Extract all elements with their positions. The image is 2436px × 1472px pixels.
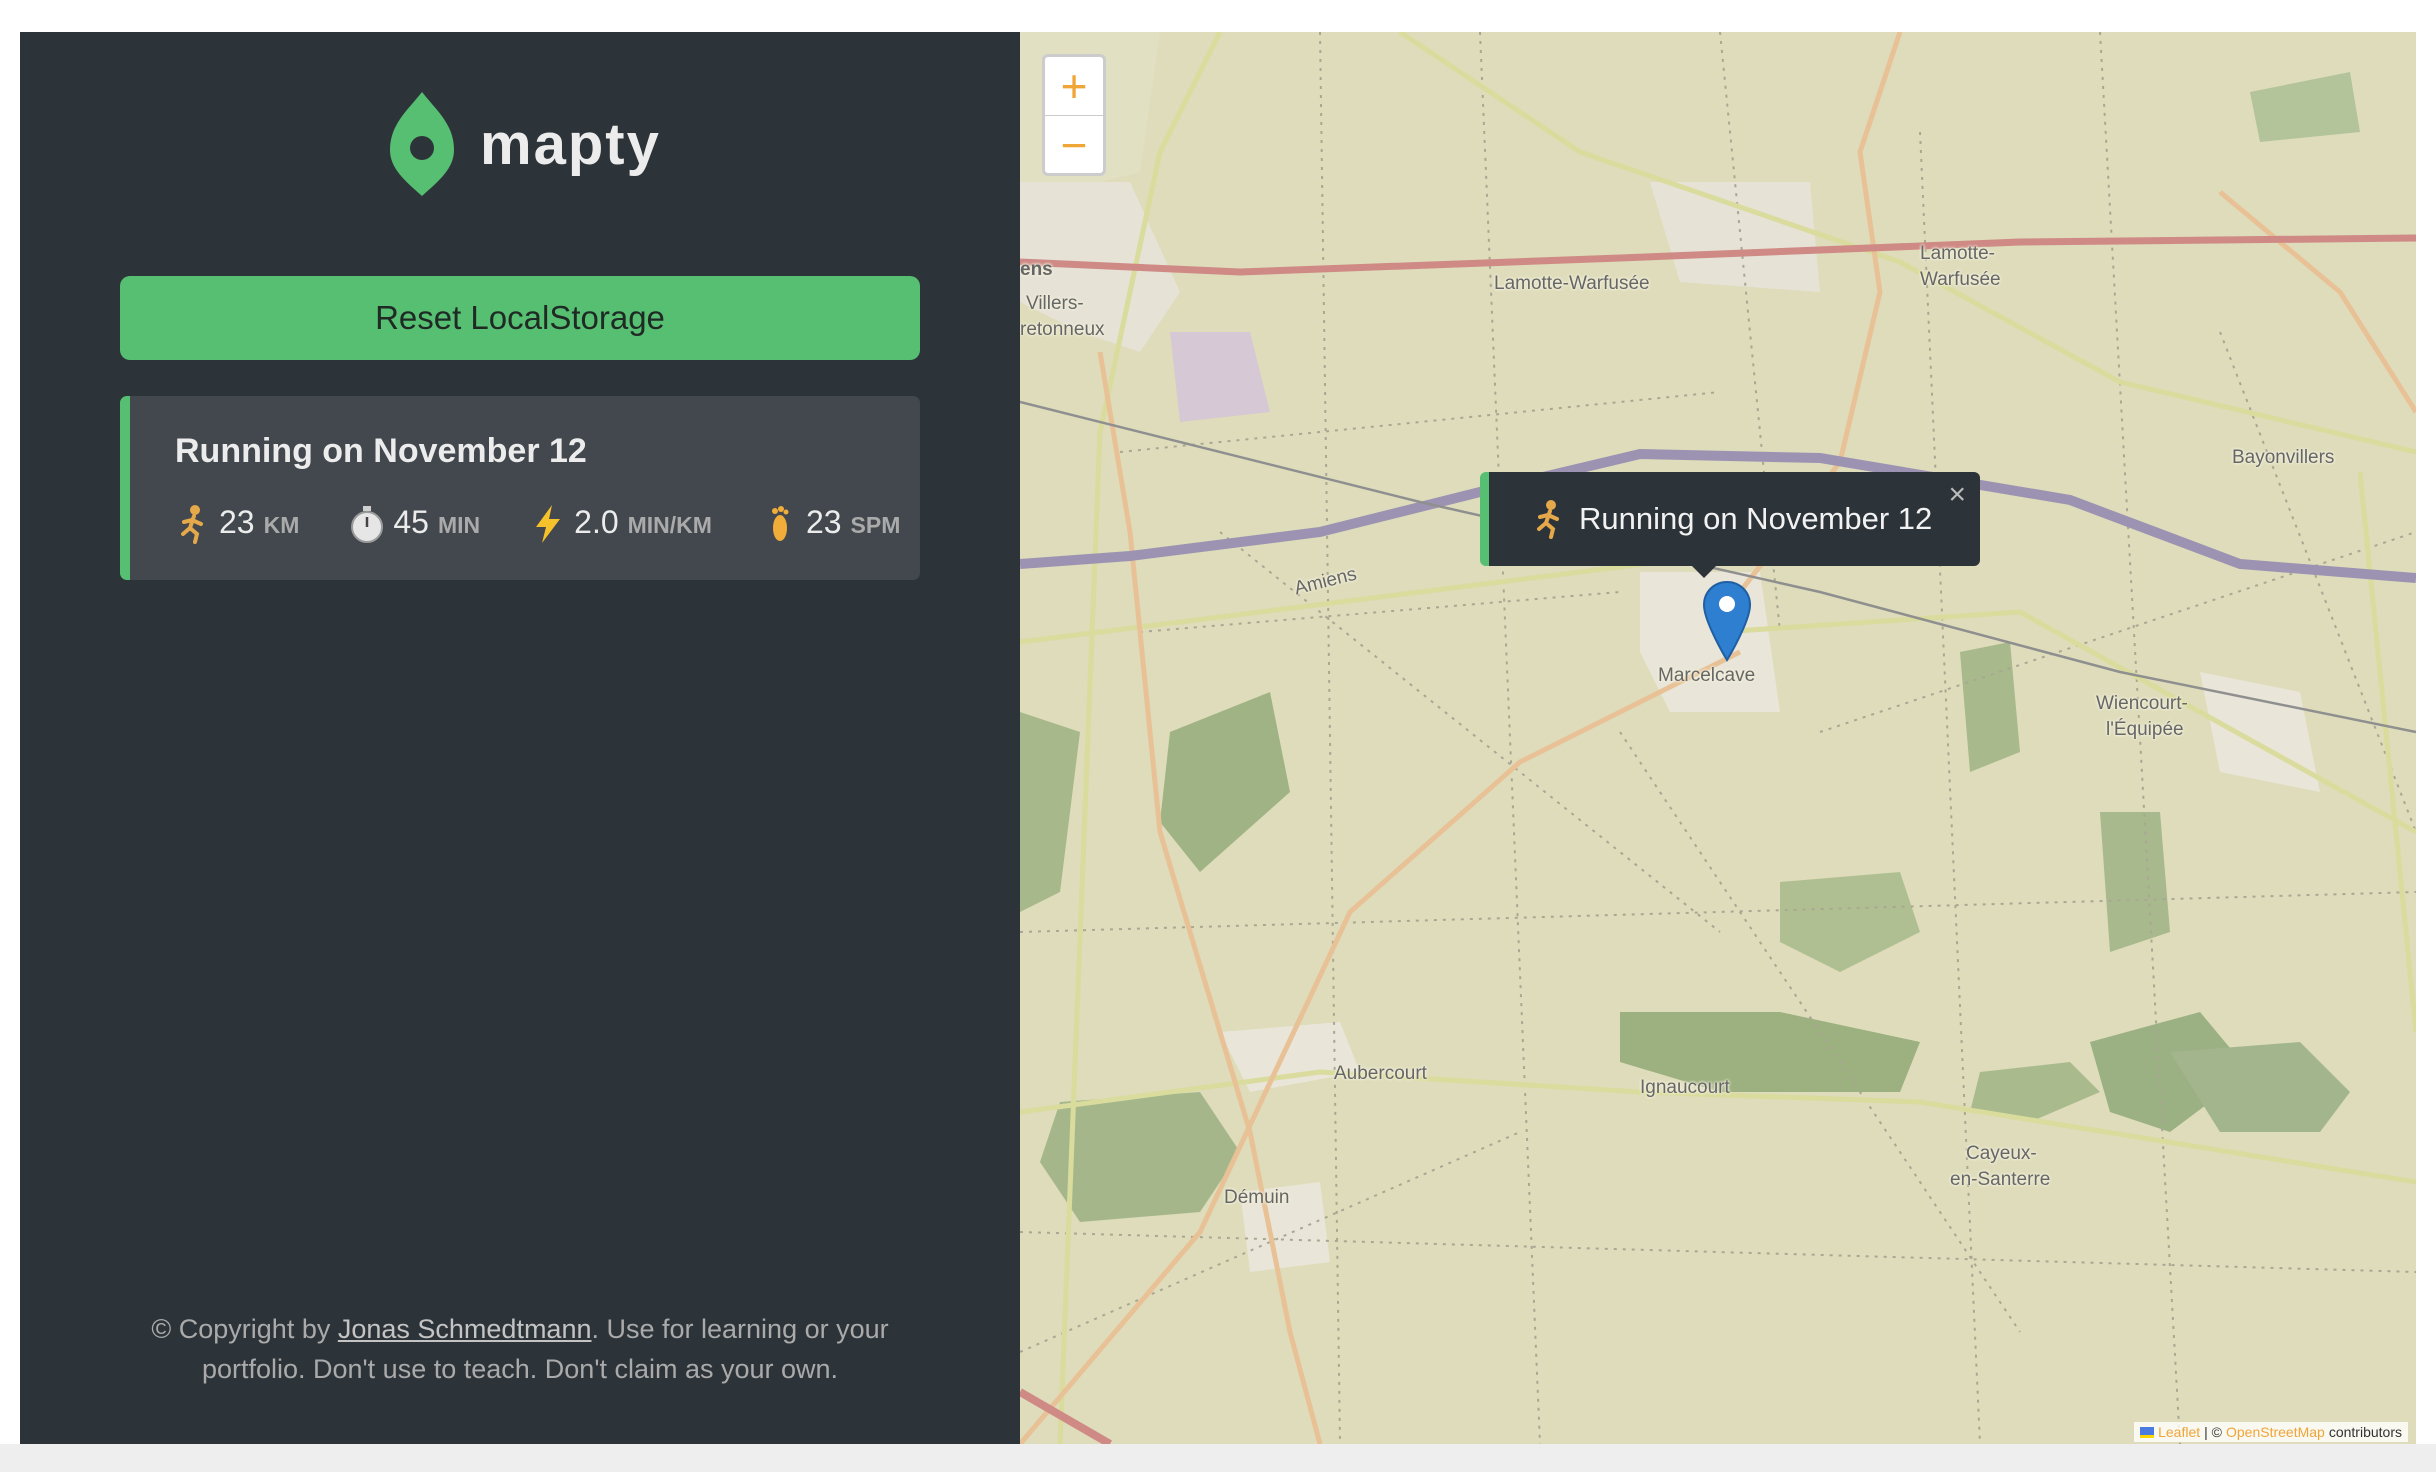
workout-cadence: 23 SPM xyxy=(762,504,900,544)
lightning-icon xyxy=(536,505,561,543)
leaflet-link[interactable]: Leaflet xyxy=(2158,1424,2200,1440)
place-label-bretonneux: retonneux xyxy=(1020,319,1105,340)
app-container: mapty Reset LocalStorage Running on Nove… xyxy=(20,32,2416,1444)
duration-value: 45 xyxy=(393,504,429,540)
attribution-contributors: contributors xyxy=(2328,1424,2402,1440)
popup-text: Running on November 12 xyxy=(1579,501,1933,536)
zoom-out-button[interactable]: − xyxy=(1045,116,1103,174)
distance-unit: KM xyxy=(263,512,300,538)
cadence-value: 23 xyxy=(805,504,842,540)
map[interactable]: ens Villers- retonneux Lamotte-Warfusée … xyxy=(1020,32,2416,1444)
map-tiles xyxy=(1020,32,2416,1444)
popup-tip xyxy=(1690,564,1718,578)
workout-details: 23 KM 45 MIN 2.0 MIN/KM 23 SPM xyxy=(175,504,900,544)
copyright-prefix: © Copyright by xyxy=(151,1314,338,1344)
place-label-bayonvillers: Bayonvillers xyxy=(2232,447,2335,468)
zoom-control: + − xyxy=(1042,54,1106,176)
reset-localstorage-button[interactable]: Reset LocalStorage xyxy=(120,276,920,360)
flag-icon xyxy=(2140,1426,2155,1438)
page-bottom-strip xyxy=(0,1444,2436,1472)
map-marker-icon[interactable] xyxy=(1702,580,1752,662)
popup-close-button[interactable]: × xyxy=(1948,478,1966,512)
place-label-villers: Villers- xyxy=(1026,293,1084,314)
zoom-in-button[interactable]: + xyxy=(1045,57,1103,116)
footprint-icon xyxy=(771,506,789,541)
place-label-ignaucourt: Ignaucourt xyxy=(1640,1077,1730,1098)
openstreetmap-link[interactable]: OpenStreetMap xyxy=(2226,1424,2325,1440)
workout-card[interactable]: Running on November 12 23 KM 45 MIN 2.0 … xyxy=(120,396,920,580)
copyright: © Copyright by Jonas Schmedtmann. Use fo… xyxy=(100,1309,940,1389)
stopwatch-icon xyxy=(351,506,384,543)
attribution-separator: | © xyxy=(2204,1424,2222,1440)
workout-pace: 2.0 MIN/KM xyxy=(530,504,712,544)
place-label-demuin: Démuin xyxy=(1224,1187,1290,1208)
author-link[interactable]: Jonas Schmedtmann xyxy=(338,1314,592,1344)
place-label-lamotte-warfusee: Lamotte-Warfusée xyxy=(1494,273,1650,294)
duration-unit: MIN xyxy=(437,512,481,538)
workout-duration: 45 MIN xyxy=(349,504,480,544)
workout-popup[interactable]: Running on November 12 × xyxy=(1480,472,1980,566)
place-label-warfusee: Warfusée xyxy=(1920,269,2001,290)
place-label-cayeux: Cayeux- xyxy=(1966,1143,2037,1164)
workout-distance: 23 KM xyxy=(175,504,299,544)
pace-value: 2.0 xyxy=(574,504,619,540)
place-label-ens: ens xyxy=(1020,259,1053,280)
place-label-aubercourt: Aubercourt xyxy=(1334,1063,1427,1084)
place-label-lamotte: Lamotte- xyxy=(1920,243,1995,264)
sidebar: mapty Reset LocalStorage Running on Nove… xyxy=(20,32,1020,1444)
runner-icon xyxy=(181,505,203,544)
cadence-unit: SPM xyxy=(850,512,901,538)
place-label-en-santerre: en-Santerre xyxy=(1950,1169,2051,1190)
logo: mapty xyxy=(390,92,661,196)
place-label-marcelcave: Marcelcave xyxy=(1658,665,1756,686)
logo-text: mapty xyxy=(480,111,661,177)
pace-unit: MIN/KM xyxy=(627,512,712,538)
runner-icon xyxy=(1537,500,1559,539)
place-label-wiencourt: Wiencourt- xyxy=(2096,693,2188,714)
distance-value: 23 xyxy=(219,504,255,540)
map-attribution: Leaflet | © OpenStreetMap contributors xyxy=(2134,1422,2408,1442)
workout-title: Running on November 12 xyxy=(175,432,587,470)
place-label-lequipee: l'Équipée xyxy=(2106,719,2184,740)
map-pin-icon xyxy=(390,92,454,196)
